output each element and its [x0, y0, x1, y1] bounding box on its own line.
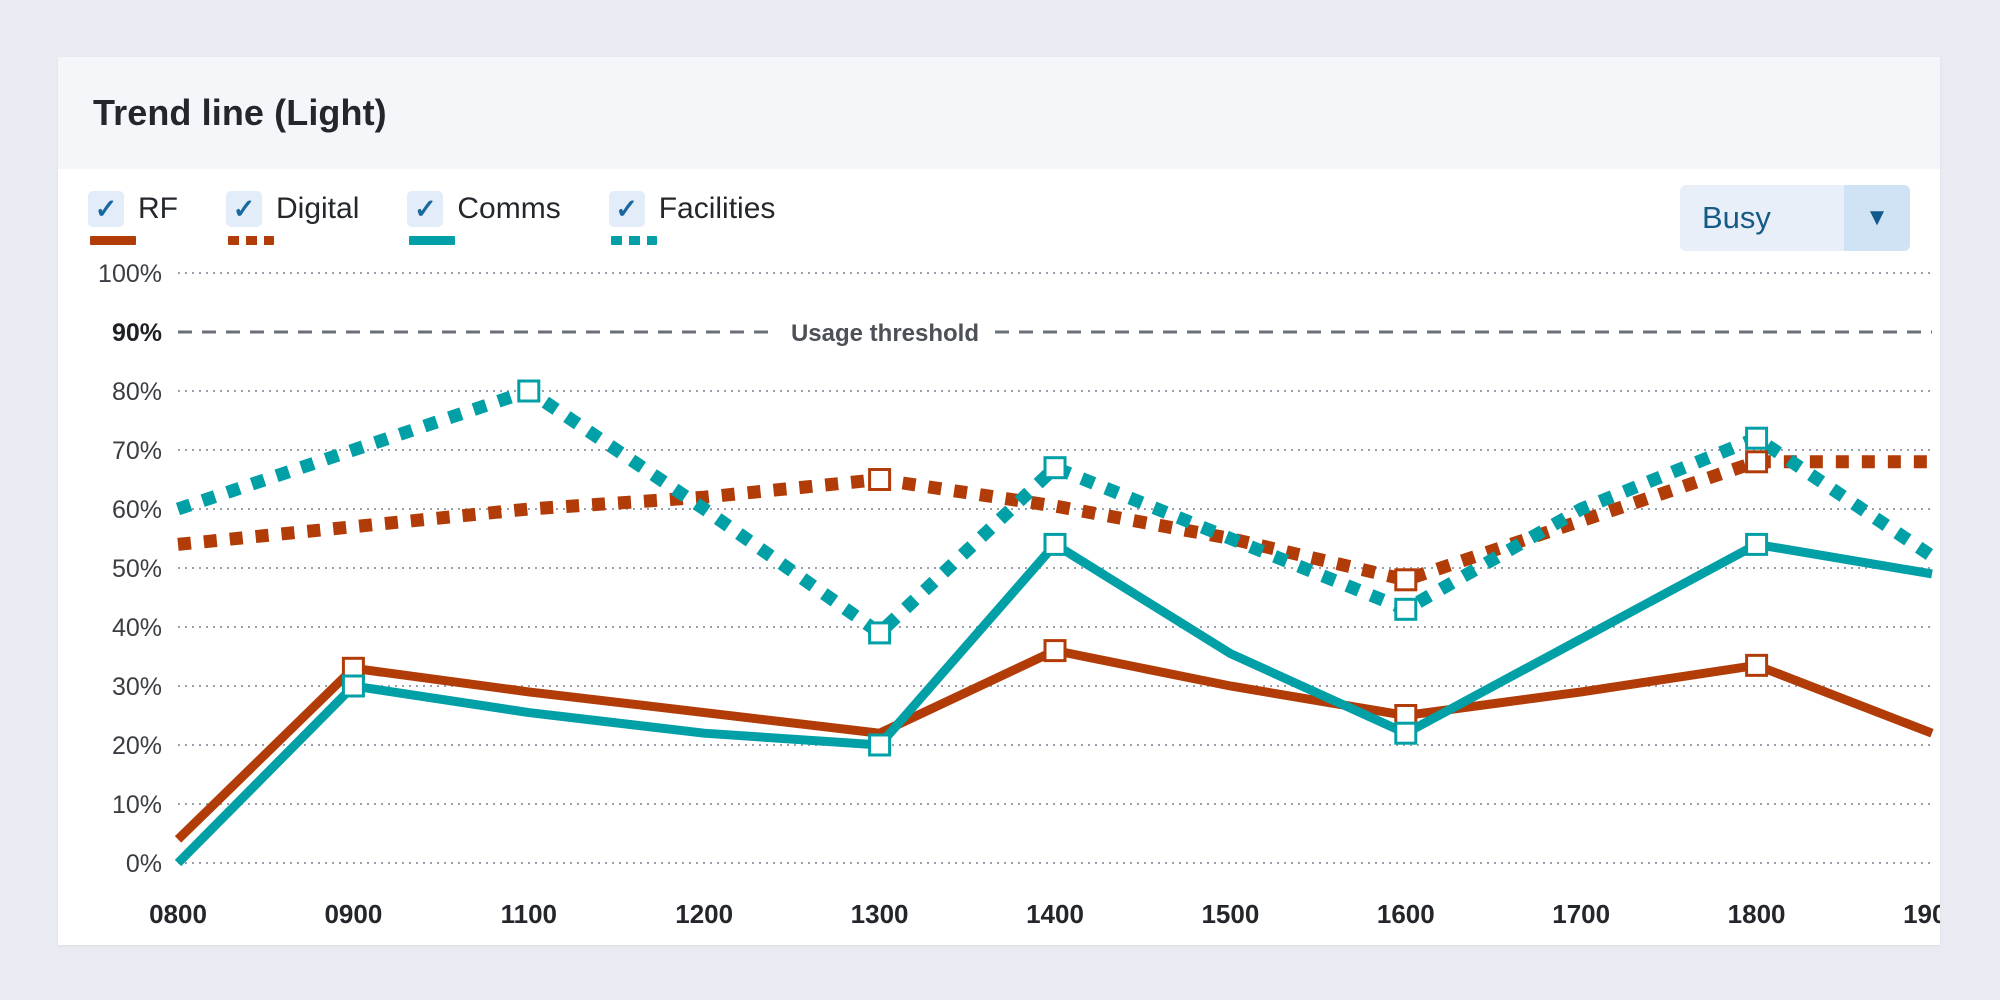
data-point-marker-facilities[interactable]: [1394, 597, 1418, 621]
chart-toolbar: ✓ RF ✓ Digital ✓ Comms ✓ Facilities Busy ▼: [58, 169, 1940, 255]
y-axis-tick-label: 30%: [112, 673, 162, 701]
y-axis-tick-label: 20%: [112, 732, 162, 760]
x-axis-tick-label: 0900: [324, 899, 382, 929]
y-axis-tick-label: 50%: [112, 555, 162, 583]
x-axis-tick-label: 1900: [1903, 899, 1940, 929]
y-axis-tick-label: 90%: [112, 319, 162, 347]
data-point-marker-facilities[interactable]: [868, 621, 892, 645]
legend-item-row: ✓ Digital: [226, 191, 359, 227]
data-point-marker-digital[interactable]: [1394, 568, 1418, 592]
x-axis-tick-label: 1300: [851, 899, 909, 929]
y-axis-tick-label: 100%: [98, 260, 162, 288]
x-axis-tick-label: 1100: [501, 899, 557, 929]
data-point-marker-rf[interactable]: [1043, 639, 1067, 663]
card-header: Trend line (Light): [58, 57, 1940, 169]
y-axis-tick-label: 80%: [112, 378, 162, 406]
x-axis-tick-label: 1200: [675, 899, 733, 929]
data-point-marker-comms[interactable]: [868, 733, 892, 757]
legend-item-label: Facilities: [658, 192, 776, 225]
legend-item-label: Comms: [457, 192, 561, 225]
legend-item-row: ✓ RF: [88, 191, 178, 227]
status-filter-value: Busy: [1702, 200, 1771, 235]
threshold-label: Usage threshold: [791, 320, 979, 347]
x-axis-tick-label: 1500: [1201, 899, 1259, 929]
chart-card: Trend line (Light) ✓ RF ✓ Digital ✓ Comms ✓ Fac…: [58, 57, 1940, 945]
y-axis-tick-label: 40%: [112, 614, 162, 642]
chart-plot-area: 0% 10% 20% 30% 40% 50% 60% 70% 80% 90% 100% Usage t…: [58, 255, 1940, 945]
series-line-digital: [177, 455, 1932, 587]
y-axis-tick-label: 70%: [112, 437, 162, 465]
data-point-marker-comms[interactable]: [341, 674, 365, 698]
checkbox-digital[interactable]: ✓: [226, 191, 262, 227]
checkbox-comms[interactable]: ✓: [407, 191, 444, 227]
legend-item-comms[interactable]: ✓ Comms: [407, 191, 561, 245]
page-title: Trend line (Light): [93, 92, 387, 133]
chevron-down-icon: ▼: [1844, 185, 1910, 251]
legend-swatch-facilities: [610, 236, 657, 245]
legend-item-facilities[interactable]: ✓ Facilities: [608, 191, 776, 245]
data-point-marker-comms[interactable]: [1043, 532, 1067, 556]
data-point-marker-comms[interactable]: [1745, 532, 1769, 556]
legend-item-label: RF: [138, 192, 178, 225]
legend-item-row: ✓ Facilities: [608, 191, 776, 227]
series-line-comms: [174, 538, 1933, 867]
legend-item-label: Digital: [276, 192, 360, 225]
x-axis-tick-label: 1600: [1377, 899, 1435, 929]
trend-line-chart: 0% 10% 20% 30% 40% 50% 60% 70% 80% 90% 100% Usage t…: [98, 260, 1940, 929]
data-point-marker-facilities[interactable]: [1043, 456, 1067, 480]
x-axis-tick-label: 0800: [149, 899, 207, 929]
data-point-marker-rf[interactable]: [1745, 653, 1769, 677]
legend-swatch-rf: [90, 236, 136, 245]
legend-item-row: ✓ Comms: [407, 191, 561, 227]
x-axis-tick-label: 1800: [1728, 899, 1786, 929]
y-axis-tick-label: 10%: [112, 791, 162, 819]
legend-item-digital[interactable]: ✓ Digital: [226, 191, 359, 245]
data-point-marker-digital[interactable]: [868, 468, 892, 491]
legend-swatch-digital: [228, 236, 274, 245]
y-axis-tick-label: 60%: [112, 496, 162, 524]
x-axis-tick-label: 1700: [1552, 899, 1610, 929]
y-axis-tick-label: 0%: [126, 850, 162, 878]
checkbox-rf[interactable]: ✓: [88, 191, 124, 227]
data-point-marker-digital[interactable]: [1745, 450, 1769, 474]
checkbox-facilities[interactable]: ✓: [608, 191, 645, 227]
x-axis-tick-label: 1400: [1026, 899, 1084, 929]
legend: ✓ RF ✓ Digital ✓ Comms ✓ Facilities: [88, 191, 823, 245]
legend-item-rf[interactable]: ✓ RF: [88, 191, 178, 245]
data-point-marker-facilities[interactable]: [1745, 426, 1769, 450]
status-filter-dropdown[interactable]: Busy ▼: [1680, 185, 1910, 251]
legend-swatch-comms: [409, 236, 456, 245]
data-point-marker-facilities[interactable]: [517, 379, 541, 403]
data-point-marker-comms[interactable]: [1394, 721, 1418, 745]
